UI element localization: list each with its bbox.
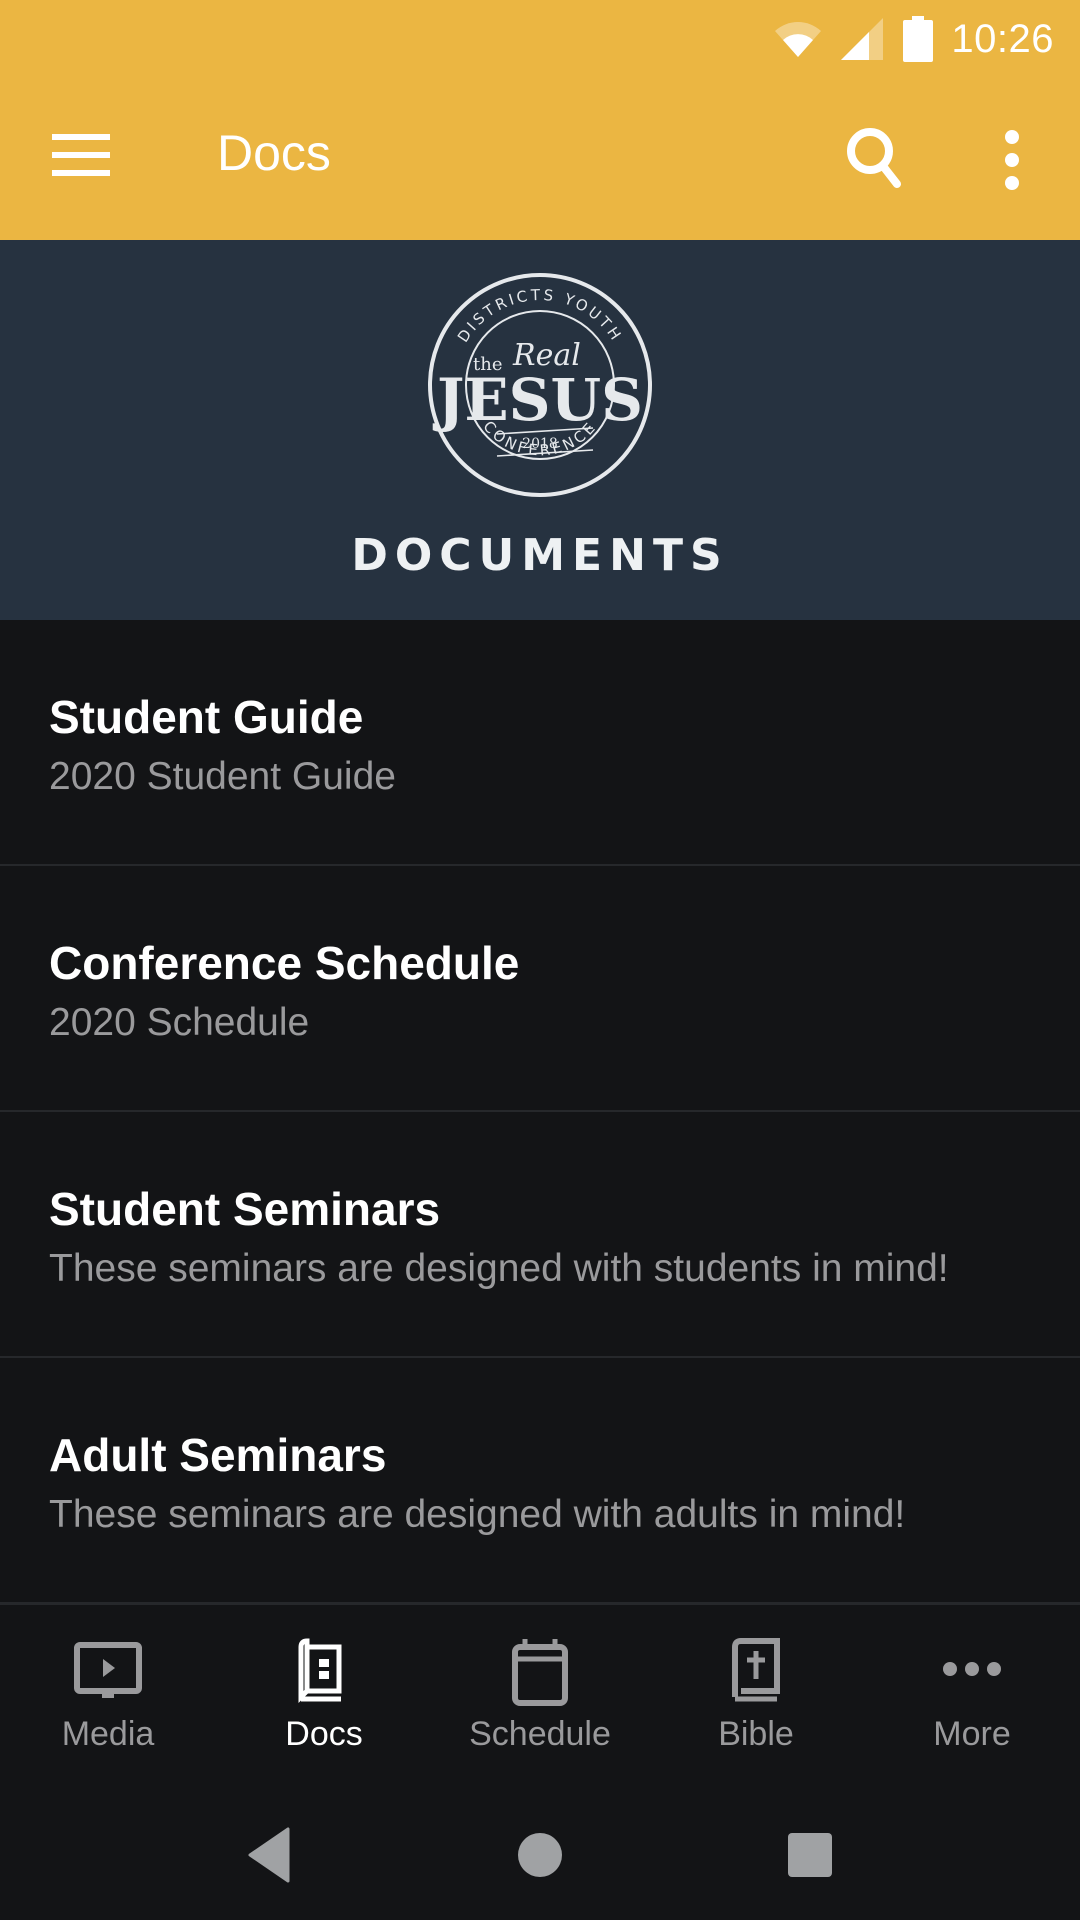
back-icon[interactable] — [240, 1825, 300, 1885]
conference-logo: DISTRICTS YOUTH CONFERENCE the Real JESU… — [428, 273, 652, 497]
list-item-conference-schedule[interactable]: Conference Schedule 2020 Schedule — [0, 866, 1080, 1112]
hamburger-menu-icon[interactable] — [52, 134, 112, 176]
nav-label: Media — [61, 1715, 155, 1753]
more-horiz-icon — [943, 1662, 1001, 1676]
wifi-icon — [775, 22, 822, 57]
item-subtitle: 2020 Schedule — [49, 1001, 310, 1044]
list-item-student-guide[interactable]: Student Guide 2020 Student Guide — [0, 620, 1080, 866]
cell-signal-icon — [841, 18, 884, 60]
nav-item-schedule[interactable]: Schedule — [432, 1605, 648, 1780]
more-vert-icon[interactable] — [997, 130, 1031, 190]
page-title: Docs — [217, 125, 331, 181]
nav-item-bible[interactable]: Bible — [648, 1605, 864, 1780]
nav-label: Docs — [285, 1715, 363, 1753]
docs-book-icon — [298, 1638, 342, 1704]
nav-label: Schedule — [469, 1715, 611, 1753]
system-navigation-bar — [0, 1780, 1080, 1920]
item-title: Adult Seminars — [49, 1429, 387, 1481]
app-bar: 10:26 Docs — [0, 0, 1080, 240]
logo-year: 2018 — [522, 436, 558, 452]
status-bar: 10:26 — [0, 0, 1080, 76]
documents-banner: DISTRICTS YOUTH CONFERENCE the Real JESU… — [0, 240, 1080, 620]
recents-icon[interactable] — [780, 1825, 840, 1885]
home-icon[interactable] — [510, 1825, 570, 1885]
status-time: 10:26 — [951, 16, 1054, 61]
toolbar: Docs — [0, 76, 1080, 240]
battery-icon — [903, 16, 934, 62]
list-item-adult-seminars[interactable]: Adult Seminars These seminars are design… — [0, 1358, 1080, 1604]
media-tv-icon — [74, 1642, 142, 1698]
item-title: Student Seminars — [49, 1183, 441, 1235]
bible-icon — [732, 1638, 780, 1702]
item-title: Conference Schedule — [49, 937, 520, 989]
nav-item-media[interactable]: Media — [0, 1605, 216, 1780]
calendar-icon — [512, 1639, 568, 1706]
search-icon[interactable] — [845, 126, 905, 190]
nav-item-more[interactable]: More — [864, 1605, 1080, 1780]
item-subtitle: These seminars are designed with adults … — [49, 1493, 906, 1536]
bottom-navigation: Media Docs Schedule Bible More — [0, 1603, 1080, 1780]
documents-list: Student Guide 2020 Student Guide Confere… — [0, 620, 1080, 1604]
nav-item-docs[interactable]: Docs — [216, 1605, 432, 1780]
logo-main: JESUS — [432, 366, 643, 434]
banner-caption: DOCUMENTS — [351, 530, 729, 581]
nav-label: Bible — [718, 1715, 794, 1753]
nav-label: More — [933, 1715, 1011, 1753]
item-subtitle: These seminars are designed with student… — [49, 1247, 949, 1290]
item-title: Student Guide — [49, 691, 364, 743]
list-item-student-seminars[interactable]: Student Seminars These seminars are desi… — [0, 1112, 1080, 1358]
item-subtitle: 2020 Student Guide — [49, 755, 396, 798]
